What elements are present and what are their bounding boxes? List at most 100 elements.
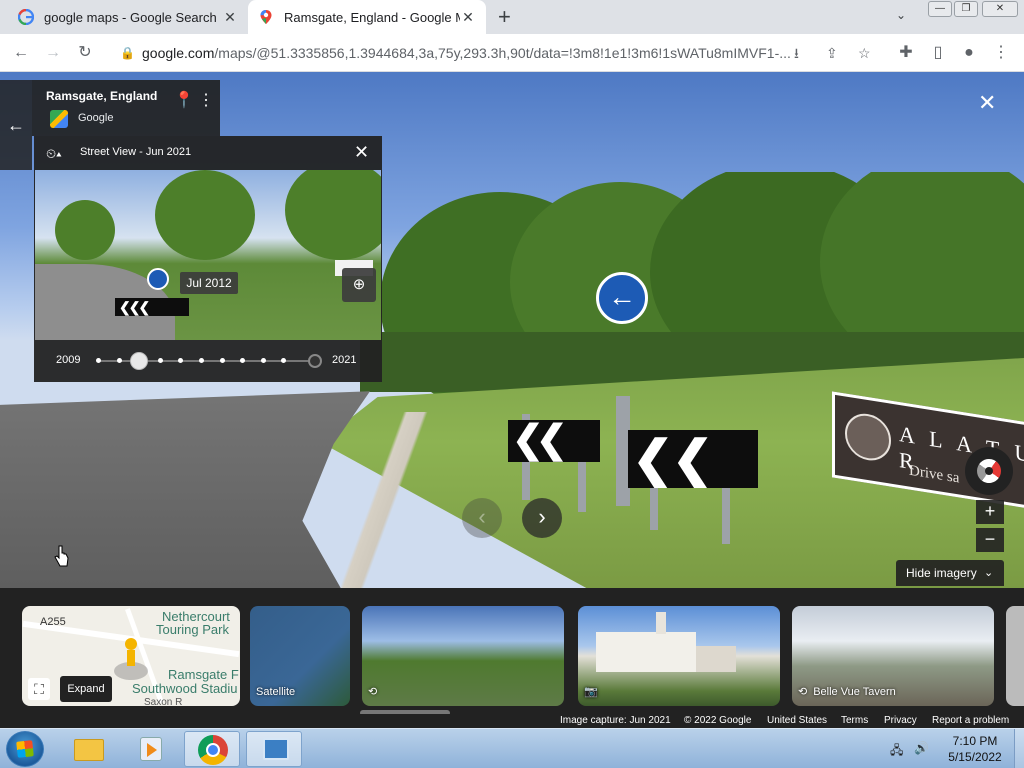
close-street-view-icon[interactable]: ✕ <box>978 92 996 114</box>
chevron-post <box>578 458 586 512</box>
timeline-dot[interactable] <box>240 358 246 363</box>
nav-forward-arrow-icon[interactable]: › <box>522 498 562 538</box>
compass-center <box>985 467 993 475</box>
network-tray-icon[interactable]: 🖧 <box>890 741 903 762</box>
install-app-icon[interactable]: ⭳ <box>794 38 799 68</box>
satellite-label: Satellite <box>256 686 296 698</box>
address-bar[interactable]: 🔒 google.com/maps/@51.3335856,1.3944684,… <box>112 38 884 68</box>
map-label-road: A255 <box>40 616 66 628</box>
play-glyph <box>147 743 157 757</box>
side-panel-icon[interactable]: ▯ <box>927 42 949 64</box>
preview-date: Jul 2012 <box>180 272 238 294</box>
photo-card[interactable]: 📷 <box>578 606 780 706</box>
share-icon[interactable]: ⇪ <box>826 38 838 68</box>
minimize-button[interactable]: — <box>928 1 952 17</box>
terms-link[interactable]: Terms <box>841 715 868 726</box>
taskbar-explorer[interactable] <box>60 731 116 767</box>
timeline-dot[interactable] <box>219 358 225 363</box>
history-preview-image[interactable]: ❮❮❮ <box>35 170 381 340</box>
close-window-button[interactable]: ✕ <box>982 1 1018 17</box>
zoom-in-preview-icon[interactable]: ⊕ <box>342 268 376 302</box>
nav-back-arrow-icon[interactable]: ‹ <box>462 498 502 538</box>
map-label: Ramsgate F <box>168 667 239 682</box>
windows-logo-icon <box>16 740 34 758</box>
pegman-icon <box>114 638 148 680</box>
timeline-current-marker[interactable] <box>308 354 322 368</box>
tab-google-maps[interactable]: Ramsgate, England - Google Maps ✕ <box>248 0 486 34</box>
google-g-icon <box>18 9 34 25</box>
zoom-in-button[interactable]: + <box>976 500 1004 524</box>
satellite-card[interactable]: Satellite <box>250 606 350 706</box>
close-icon[interactable]: ✕ <box>354 142 369 163</box>
chevron-down-icon: ⌄ <box>984 567 994 579</box>
forward-icon[interactable]: → <box>42 42 64 64</box>
region-link[interactable]: United States <box>767 715 827 726</box>
show-desktop-button[interactable] <box>1014 729 1024 768</box>
photo-card-belle-vue[interactable]: ⟲ Belle Vue Tavern <box>792 606 994 706</box>
more-options-icon[interactable]: ⋮ <box>198 90 214 110</box>
start-button[interactable] <box>6 731 44 767</box>
map-label: Southwood Stadiu <box>132 681 238 696</box>
extensions-icon[interactable]: ✚ <box>895 42 917 64</box>
history-header: ⏲▴ Street View - Jun 2021 ✕ <box>34 136 382 170</box>
taskbar-chrome[interactable] <box>184 731 240 767</box>
windows-taskbar: 🖧 🔊 7:10 PM 5/15/2022 <box>0 728 1024 768</box>
tab-google-search[interactable]: google maps - Google Search ✕ <box>8 0 248 34</box>
camera-icon: 📷 <box>584 686 598 698</box>
back-arrow-icon[interactable]: ← <box>0 80 32 170</box>
privacy-link[interactable]: Privacy <box>884 715 917 726</box>
clock-date: 5/15/2022 <box>948 750 1002 764</box>
reload-icon[interactable]: ↻ <box>74 42 96 64</box>
photo-card[interactable]: ⟲ <box>362 606 564 706</box>
system-clock[interactable]: 7:10 PM 5/15/2022 <box>944 733 1006 765</box>
volume-icon[interactable]: 🔊 <box>914 741 929 755</box>
photo-card-partial[interactable] <box>1006 606 1024 706</box>
keep-left-sign-icon: ← <box>596 272 648 324</box>
timeline-dot[interactable] <box>96 358 101 363</box>
report-problem-link[interactable]: Report a problem <box>932 715 1009 726</box>
timeline-dot[interactable] <box>178 358 184 363</box>
profile-avatar-icon[interactable]: ● <box>958 42 980 64</box>
timeline-dot[interactable] <box>157 358 163 363</box>
new-tab-button[interactable]: + <box>498 6 511 28</box>
chrome-icon <box>198 735 228 765</box>
location-pin-icon[interactable]: 📍 <box>174 90 194 110</box>
back-icon[interactable]: ← <box>10 42 32 64</box>
timeline-dot[interactable] <box>116 358 122 363</box>
restaurant-logo <box>845 410 891 464</box>
chrome-menu-icon[interactable]: ⋮ <box>990 42 1012 64</box>
timeline-dot[interactable] <box>281 358 287 363</box>
url-path: /maps/@51.3335856,1.3944684,3a,75y,293.3… <box>214 45 791 61</box>
pegman-head <box>125 638 137 650</box>
year-start: 2009 <box>56 354 81 366</box>
compass-icon[interactable] <box>965 447 1013 495</box>
preview-sign <box>147 268 169 290</box>
photo-label: 📷 <box>584 685 604 698</box>
bookmark-star-icon[interactable]: ☆ <box>858 38 871 68</box>
zoom-out-button[interactable]: − <box>976 528 1004 552</box>
tab-close-icon[interactable]: ✕ <box>460 9 476 26</box>
lock-icon: 🔒 <box>120 46 135 60</box>
maps-footer: Image capture: Jun 2021 © 2022 Google Un… <box>0 714 1024 728</box>
timeline-dot[interactable] <box>199 358 204 363</box>
url-text: google.com/maps/@51.3335856,1.3944684,3a… <box>142 38 792 68</box>
pegman-body <box>127 650 135 666</box>
year-end: 2021 <box>332 354 357 366</box>
hide-imagery-button[interactable]: Hide imagery ⌄ <box>896 560 1004 586</box>
restore-button[interactable]: ❐ <box>954 1 978 17</box>
tab-search-chevron-icon[interactable]: ⌄ <box>896 8 906 22</box>
history-clock-icon[interactable]: ⏲▴ <box>46 146 62 162</box>
street-view-history-panel: ⏲▴ Street View - Jun 2021 ✕ ❮❮❮ Jul 2012… <box>34 136 382 382</box>
timeline-dot[interactable] <box>260 358 266 363</box>
browser-toolbar: ← → ↻ 🔒 google.com/maps/@51.3335856,1.39… <box>0 34 1024 72</box>
taskbar-media-player[interactable] <box>122 731 178 767</box>
tab-close-icon[interactable]: ✕ <box>222 9 238 26</box>
taskbar-network-app[interactable] <box>246 731 302 767</box>
google-maps-logo-icon <box>50 110 68 128</box>
timeline-handle[interactable] <box>130 352 149 370</box>
network-app-icon <box>263 738 289 760</box>
preview-chevron: ❮❮❮ <box>115 298 189 316</box>
expand-icon[interactable]: ⛶ <box>28 678 50 700</box>
image-capture-date: Image capture: Jun 2021 <box>560 715 671 726</box>
minimap-card[interactable]: A255 Nethercourt Touring Park Ramsgate F… <box>22 606 240 706</box>
